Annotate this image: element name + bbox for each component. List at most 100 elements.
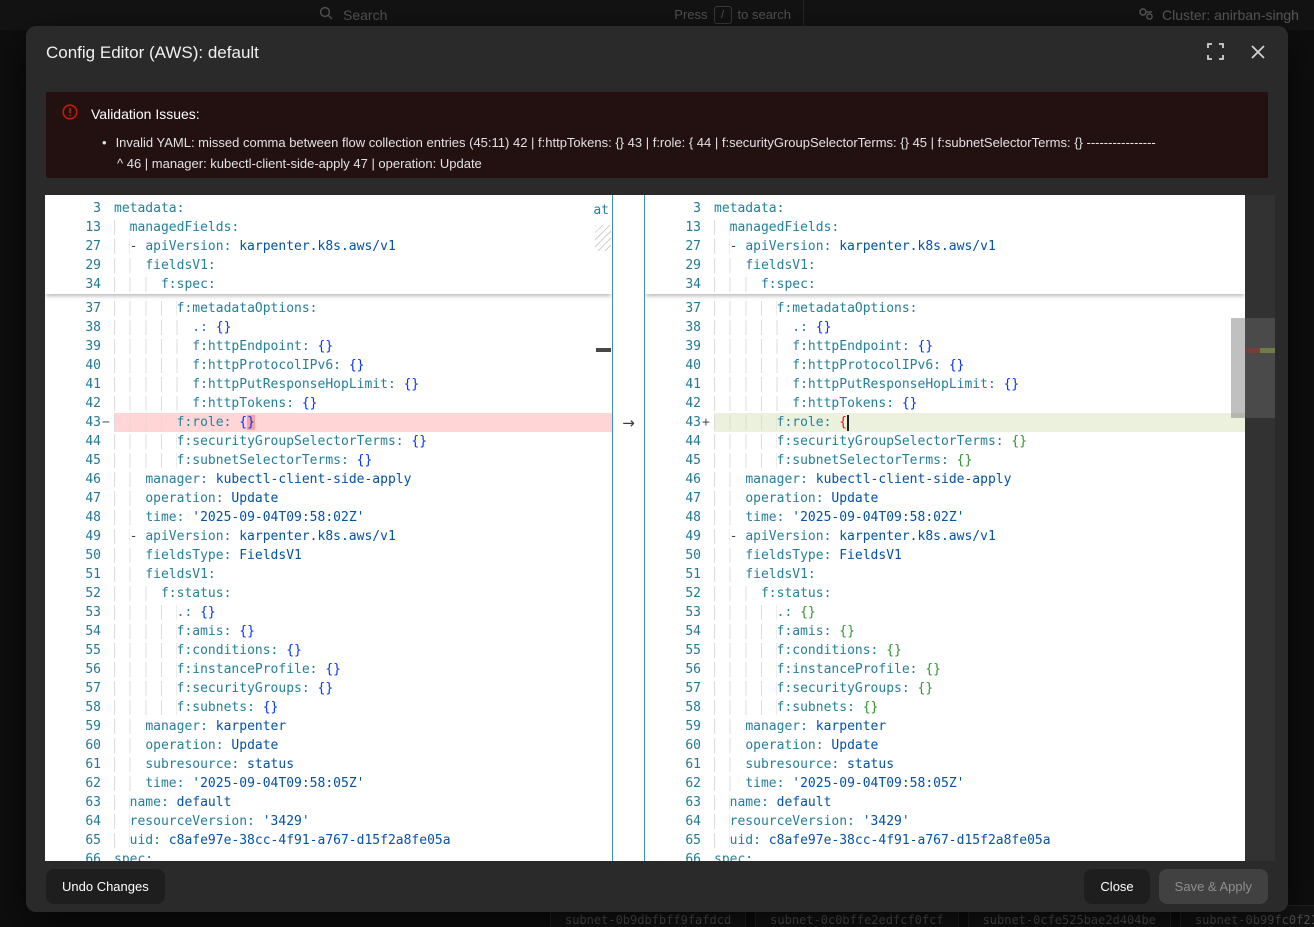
diff-sign xyxy=(101,527,114,546)
code-line[interactable]: 37 f:metadataOptions: xyxy=(45,299,612,318)
code-text: resourceVersion: '3429' xyxy=(714,812,1245,831)
code-line[interactable]: 41 f:httpPutResponseHopLimit: {} xyxy=(645,375,1245,394)
code-line[interactable]: 38 .: {} xyxy=(45,318,612,337)
code-line[interactable]: 48 time: '2025-09-04T09:58:02Z' xyxy=(645,508,1245,527)
code-line[interactable]: 43− f:role: {} xyxy=(45,413,612,432)
code-line[interactable]: 54 f:amis: {} xyxy=(45,622,612,641)
code-line[interactable]: 56 f:instanceProfile: {} xyxy=(45,660,612,679)
code-line[interactable]: 49 - apiVersion: karpenter.k8s.aws/v1 xyxy=(645,527,1245,546)
diff-pane-modified[interactable]: 3metadata:13 managedFields:27 - apiVersi… xyxy=(645,195,1245,861)
code-line[interactable]: 53 .: {} xyxy=(645,603,1245,622)
code-line[interactable]: 45 f:subnetSelectorTerms: {} xyxy=(45,451,612,470)
code-line[interactable]: 61 subresource: status xyxy=(645,755,1245,774)
code-line[interactable]: 47 operation: Update xyxy=(45,489,612,508)
code-line[interactable]: 60 operation: Update xyxy=(45,736,612,755)
code-body-original[interactable]: 37 f:metadataOptions:38 .: {}39 f:httpEn… xyxy=(45,294,612,861)
code-line[interactable]: 59 manager: karpenter xyxy=(645,717,1245,736)
diff-sign xyxy=(101,584,114,603)
code-line[interactable]: 63 name: default xyxy=(45,793,612,812)
code-line[interactable]: 42 f:httpTokens: {} xyxy=(45,394,612,413)
code-line[interactable]: 50 fieldsType: FieldsV1 xyxy=(645,546,1245,565)
line-number: 39 xyxy=(45,337,101,356)
code-line[interactable]: 51 fieldsV1: xyxy=(45,565,612,584)
code-line[interactable]: 46 manager: kubectl-client-side-apply xyxy=(645,470,1245,489)
code-line[interactable]: 62 time: '2025-09-04T09:58:05Z' xyxy=(645,774,1245,793)
line-number: 43 xyxy=(45,413,101,432)
code-body-modified[interactable]: 37 f:metadataOptions:38 .: {}39 f:httpEn… xyxy=(645,294,1245,861)
code-line[interactable]: 29 fieldsV1: xyxy=(45,256,612,275)
diff-sign xyxy=(701,641,714,660)
code-line[interactable]: 51 fieldsV1: xyxy=(645,565,1245,584)
code-line[interactable]: 55 f:conditions: {} xyxy=(45,641,612,660)
revert-arrow-button[interactable]: → xyxy=(613,413,644,432)
diff-sign xyxy=(701,736,714,755)
expand-button[interactable] xyxy=(1205,41,1226,65)
diff-sign xyxy=(701,432,714,451)
code-line[interactable]: 54 f:amis: {} xyxy=(645,622,1245,641)
code-line[interactable]: 58 f:subnets: {} xyxy=(45,698,612,717)
code-line[interactable]: 55 f:conditions: {} xyxy=(645,641,1245,660)
code-text: .: {} xyxy=(114,318,612,337)
line-number: 58 xyxy=(45,698,101,717)
code-line[interactable]: 27 - apiVersion: karpenter.k8s.aws/v1 xyxy=(645,237,1245,256)
code-line[interactable]: 60 operation: Update xyxy=(645,736,1245,755)
code-line[interactable]: 44 f:securityGroupSelectorTerms: {} xyxy=(645,432,1245,451)
code-line[interactable]: 49 - apiVersion: karpenter.k8s.aws/v1 xyxy=(45,527,612,546)
code-line[interactable]: 47 operation: Update xyxy=(645,489,1245,508)
code-line[interactable]: 13 managedFields: xyxy=(45,218,612,237)
code-text: f:role: { xyxy=(714,413,1245,432)
code-line[interactable]: 41 f:httpPutResponseHopLimit: {} xyxy=(45,375,612,394)
code-text: resourceVersion: '3429' xyxy=(114,812,612,831)
code-line[interactable]: 50 fieldsType: FieldsV1 xyxy=(45,546,612,565)
code-line[interactable]: 39 f:httpEndpoint: {} xyxy=(45,337,612,356)
close-button[interactable] xyxy=(1248,42,1268,65)
code-line[interactable]: 53 .: {} xyxy=(45,603,612,622)
code-line[interactable]: 61 subresource: status xyxy=(45,755,612,774)
diff-editor: at 3metadata:13 managedFields:27 - apiVe… xyxy=(45,195,1275,861)
code-line[interactable]: 64 resourceVersion: '3429' xyxy=(45,812,612,831)
code-line[interactable]: 43+ f:role: { xyxy=(645,413,1245,432)
code-line[interactable]: 27 - apiVersion: karpenter.k8s.aws/v1 xyxy=(45,237,612,256)
code-text: f:subnets: {} xyxy=(114,698,612,717)
save-apply-button[interactable]: Save & Apply xyxy=(1159,869,1268,904)
code-line[interactable]: 34 f:spec: xyxy=(45,275,612,294)
code-line[interactable]: 40 f:httpProtocolIPv6: {} xyxy=(645,356,1245,375)
code-line[interactable]: 63 name: default xyxy=(645,793,1245,812)
line-number: 41 xyxy=(645,375,701,394)
line-number: 37 xyxy=(45,299,101,318)
diff-sign xyxy=(101,603,114,622)
code-line[interactable]: 37 f:metadataOptions: xyxy=(645,299,1245,318)
code-line[interactable]: 13 managedFields: xyxy=(645,218,1245,237)
code-line[interactable]: 65 uid: c8afe97e-38cc-4f91-a767-d15f2a8f… xyxy=(45,831,612,850)
code-line[interactable]: 39 f:httpEndpoint: {} xyxy=(645,337,1245,356)
close-footer-button[interactable]: Close xyxy=(1084,869,1149,904)
code-line[interactable]: 56 f:instanceProfile: {} xyxy=(645,660,1245,679)
diff-gutter[interactable]: → xyxy=(612,195,645,861)
code-line[interactable]: 48 time: '2025-09-04T09:58:02Z' xyxy=(45,508,612,527)
code-line[interactable]: 52 f:status: xyxy=(45,584,612,603)
code-line[interactable]: 52 f:status: xyxy=(645,584,1245,603)
diff-pane-original[interactable]: at 3metadata:13 managedFields:27 - apiVe… xyxy=(45,195,612,861)
undo-changes-button[interactable]: Undo Changes xyxy=(46,869,165,904)
code-line[interactable]: 42 f:httpTokens: {} xyxy=(645,394,1245,413)
code-line[interactable]: 3metadata: xyxy=(45,199,612,218)
code-line[interactable]: 29 fieldsV1: xyxy=(645,256,1245,275)
code-line[interactable]: 58 f:subnets: {} xyxy=(645,698,1245,717)
code-line[interactable]: 45 f:subnetSelectorTerms: {} xyxy=(645,451,1245,470)
line-number: 56 xyxy=(45,660,101,679)
code-line[interactable]: 57 f:securityGroups: {} xyxy=(645,679,1245,698)
code-line[interactable]: 57 f:securityGroups: {} xyxy=(45,679,612,698)
overview-ruler-slider[interactable] xyxy=(1245,318,1275,418)
vertical-scrollbar[interactable] xyxy=(1231,318,1245,418)
code-line[interactable]: 3metadata: xyxy=(645,199,1245,218)
code-line[interactable]: 34 f:spec: xyxy=(645,275,1245,294)
code-line[interactable]: 46 manager: kubectl-client-side-apply xyxy=(45,470,612,489)
code-line[interactable]: 44 f:securityGroupSelectorTerms: {} xyxy=(45,432,612,451)
code-line[interactable]: 40 f:httpProtocolIPv6: {} xyxy=(45,356,612,375)
code-line[interactable]: 65 uid: c8afe97e-38cc-4f91-a767-d15f2a8f… xyxy=(645,831,1245,850)
code-line[interactable]: 59 manager: karpenter xyxy=(45,717,612,736)
code-line[interactable]: 62 time: '2025-09-04T09:58:05Z' xyxy=(45,774,612,793)
code-text: manager: karpenter xyxy=(114,717,612,736)
code-line[interactable]: 64 resourceVersion: '3429' xyxy=(645,812,1245,831)
code-line[interactable]: 38 .: {} xyxy=(645,318,1245,337)
